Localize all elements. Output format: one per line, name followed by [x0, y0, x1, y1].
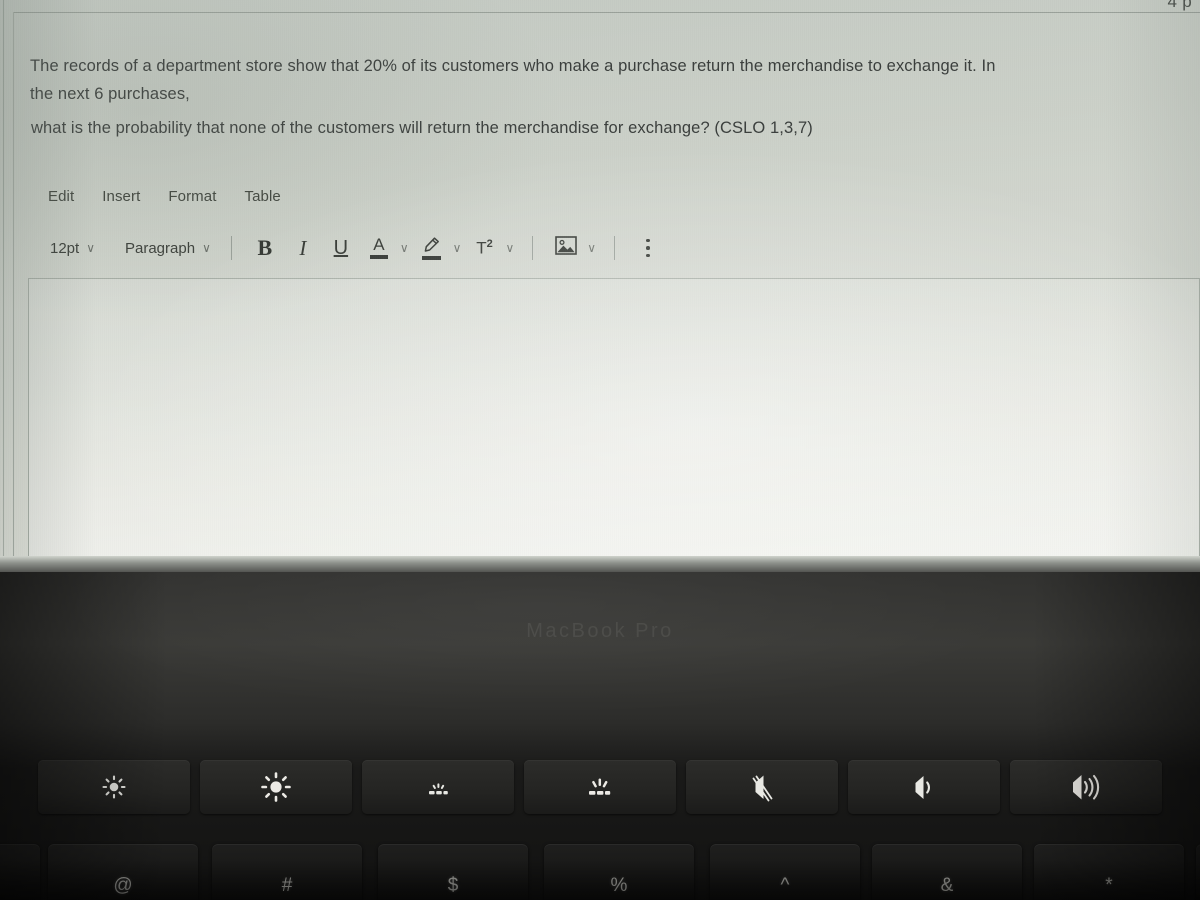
- underline-button[interactable]: U: [328, 234, 354, 262]
- question-line-1: The records of a department store show t…: [30, 57, 996, 75]
- highlight-color-button[interactable]: [419, 234, 445, 262]
- function-key-row: [0, 760, 1200, 820]
- key-dollar-label: $: [447, 875, 459, 896]
- key-ampersand-label: &: [940, 875, 954, 896]
- toolbar-divider-1: [230, 236, 232, 260]
- font-size-value: 12pt: [50, 239, 80, 257]
- image-icon: [555, 236, 578, 260]
- volume-up-key[interactable]: [1010, 760, 1162, 814]
- top-cutoff-text: 4 p: [1167, 0, 1192, 11]
- question-line-2: the next 6 purchases,: [30, 85, 190, 103]
- paragraph-style-dropdown[interactable]: Paragraph ∨: [119, 238, 217, 259]
- question-line-3: what is the probability that none of the…: [31, 119, 813, 137]
- menu-item-insert[interactable]: Insert: [98, 186, 144, 207]
- key-percent-label: %: [610, 875, 628, 896]
- chevron-down-icon: ∨: [202, 241, 211, 255]
- key-asterisk-label: *: [1105, 875, 1113, 896]
- left-frame-rule: [13, 12, 14, 556]
- keyboard-backlight-down-icon: [420, 774, 456, 800]
- brightness-down-key[interactable]: [38, 760, 190, 814]
- editor-menubar: Edit Insert Format Table: [44, 186, 285, 207]
- key-hash-label: #: [281, 875, 293, 896]
- speaker-volume-up-icon: [1064, 770, 1108, 804]
- insert-image-button[interactable]: [553, 234, 579, 262]
- more-options-kebab-icon: [646, 238, 651, 258]
- menu-item-edit[interactable]: Edit: [44, 186, 78, 207]
- brightness-up-key[interactable]: [200, 760, 352, 814]
- key-caret[interactable]: ^: [710, 844, 860, 900]
- toolbar-divider-2: [532, 236, 534, 260]
- superscript-button[interactable]: T2: [471, 234, 497, 262]
- chevron-down-icon: ∨: [86, 241, 95, 255]
- paragraph-style-value: Paragraph: [125, 239, 196, 257]
- key-asterisk[interactable]: *: [1034, 844, 1184, 900]
- menu-item-table[interactable]: Table: [240, 186, 284, 207]
- toolbar-divider-3: [614, 236, 616, 260]
- menu-item-format[interactable]: Format: [164, 186, 220, 207]
- key-partial-right[interactable]: [1196, 844, 1200, 900]
- brightness-down-icon: [99, 772, 129, 802]
- text-color-letter: A: [373, 235, 385, 254]
- format-toolbar: 12pt ∨ Paragraph ∨ B I U A ∨ ∨ T2 ∨ ∨: [44, 232, 667, 264]
- highlight-color-swatch: [421, 256, 441, 260]
- key-ampersand[interactable]: &: [872, 844, 1022, 900]
- macbook-brand-label: MacBook Pro: [526, 620, 674, 642]
- speaker-mute-icon: [743, 770, 781, 804]
- text-color-icon: A: [369, 236, 389, 260]
- bold-button[interactable]: B: [252, 234, 278, 262]
- key-hash[interactable]: #: [212, 844, 362, 900]
- laptop-photo: 4 p The records of a department store sh…: [0, 0, 1200, 900]
- laptop-deck: MacBook Pro @ # $ % ^ & *: [0, 572, 1200, 900]
- key-dollar[interactable]: $: [378, 844, 528, 900]
- superscript-icon: T2: [476, 238, 493, 259]
- keyboard-backlight-up-icon: [580, 772, 620, 802]
- key-partial-left[interactable]: [0, 844, 40, 900]
- keyboard-backlight-up-key[interactable]: [524, 760, 676, 814]
- mute-key[interactable]: [686, 760, 838, 814]
- superscript-exponent: 2: [486, 237, 493, 250]
- key-at[interactable]: @: [48, 844, 198, 900]
- key-caret-label: ^: [780, 875, 790, 896]
- chevron-down-icon[interactable]: ∨: [453, 241, 462, 255]
- text-color-button[interactable]: A: [366, 234, 392, 262]
- brightness-up-icon: [259, 770, 293, 804]
- volume-down-key[interactable]: [848, 760, 1000, 814]
- chevron-down-icon[interactable]: ∨: [587, 241, 596, 255]
- top-divider-rule: [14, 12, 1200, 13]
- laptop-screen: 4 p The records of a department store sh…: [0, 0, 1200, 556]
- more-options-button[interactable]: [635, 234, 661, 262]
- text-color-swatch: [369, 255, 388, 259]
- key-at-label: @: [113, 875, 133, 896]
- italic-button[interactable]: I: [290, 234, 316, 262]
- key-percent[interactable]: %: [544, 844, 694, 900]
- highlighter-pen-icon: [421, 236, 443, 260]
- chevron-down-icon[interactable]: ∨: [400, 241, 409, 255]
- font-size-dropdown[interactable]: 12pt ∨: [44, 238, 101, 259]
- speaker-volume-down-icon: [906, 771, 942, 803]
- rich-text-editor-body[interactable]: [28, 278, 1200, 556]
- keyboard-backlight-down-key[interactable]: [362, 760, 514, 814]
- chevron-down-icon[interactable]: ∨: [505, 241, 514, 255]
- keyboard-number-row: @ # $ % ^ & *: [0, 844, 1200, 900]
- superscript-base: T: [476, 238, 487, 258]
- left-edge-rule: [3, 0, 4, 556]
